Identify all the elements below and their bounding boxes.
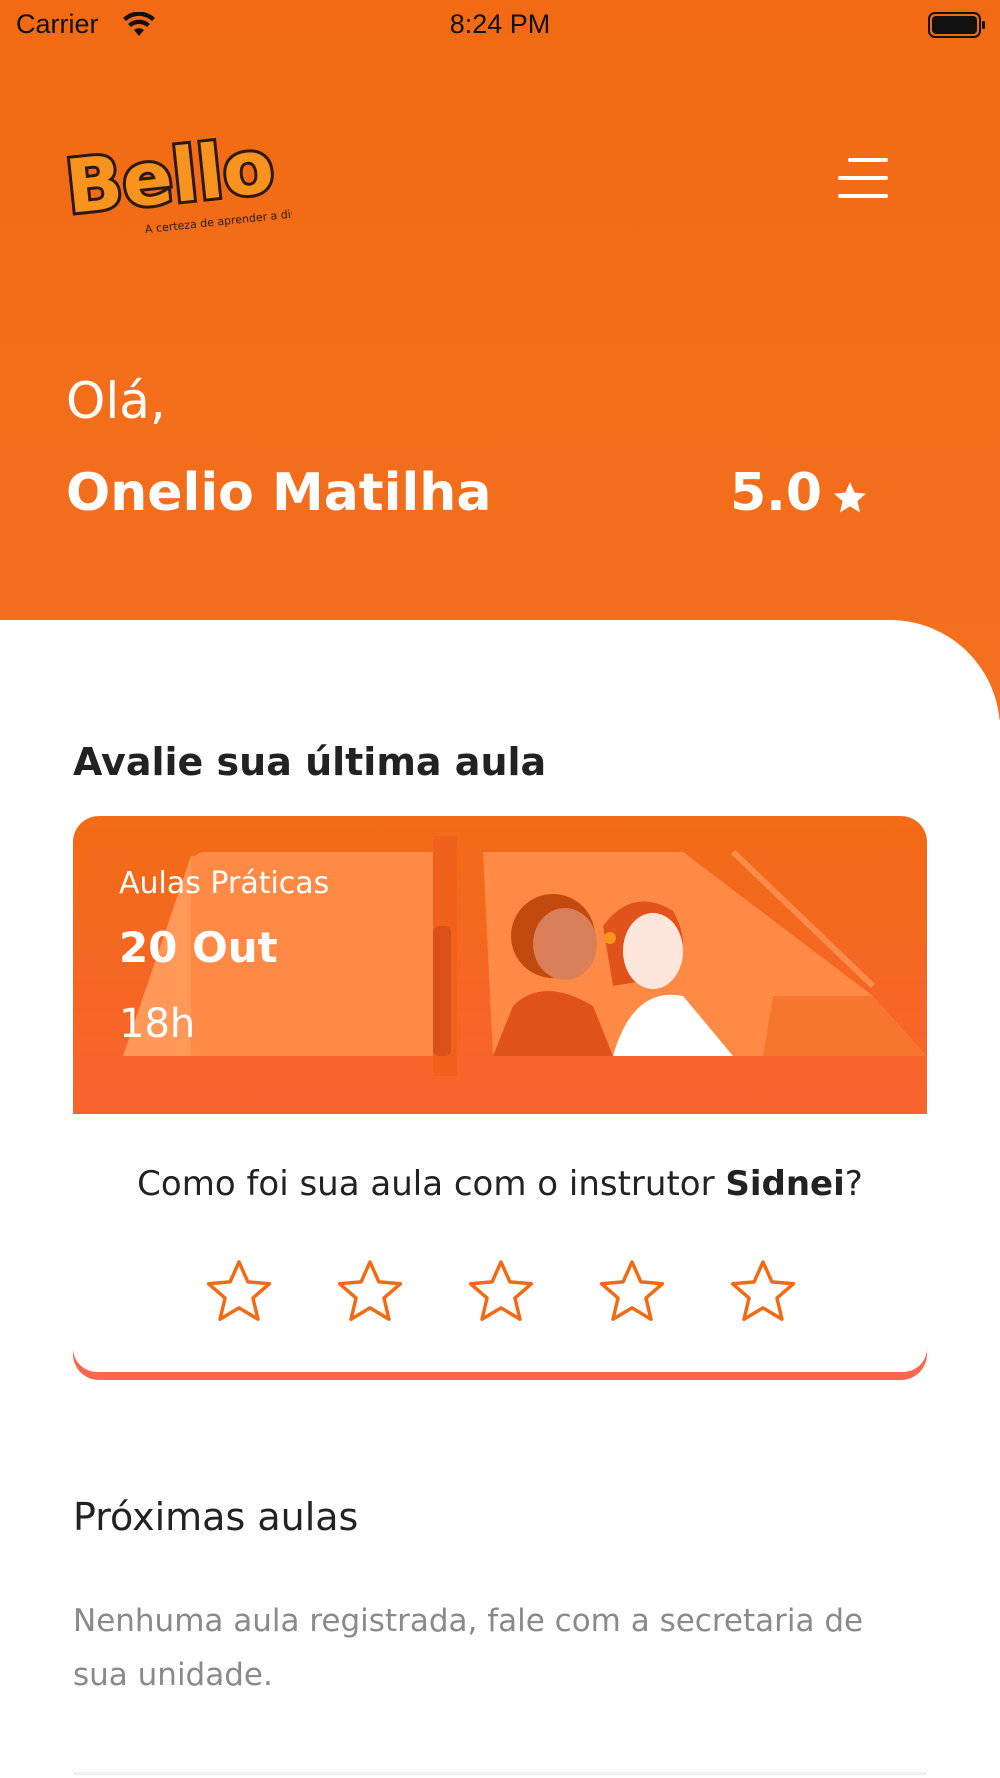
star-outline-icon[interactable] — [463, 1254, 539, 1330]
user-rating: 5.0 — [730, 463, 870, 523]
star-rating-input[interactable] — [201, 1254, 801, 1330]
star-outline-icon[interactable] — [725, 1254, 801, 1330]
greeting-text: Olá, — [66, 372, 166, 430]
divider — [73, 1772, 927, 1775]
battery-icon — [928, 12, 985, 38]
star-outline-icon[interactable] — [332, 1254, 408, 1330]
lesson-banner: Aulas Práticas 20 Out 18h — [73, 816, 927, 1114]
menu-button[interactable] — [836, 152, 894, 204]
status-time: 8:24 PM — [449, 9, 551, 39]
review-question: Como foi sua aula com o instrutor Sidnei… — [137, 1164, 863, 1204]
last-lesson-card: Aulas Práticas 20 Out 18h Como foi sua a… — [73, 816, 927, 1380]
review-section-title: Avalie sua última aula — [73, 740, 547, 784]
lesson-date: 20 Out — [119, 923, 278, 972]
star-outline-icon[interactable] — [201, 1254, 277, 1330]
lesson-type: Aulas Práticas — [119, 866, 330, 901]
hamburger-menu-icon — [848, 158, 888, 162]
rating-value: 5.0 — [730, 463, 823, 523]
upcoming-empty-message: Nenhuma aula registrada, fale com a secr… — [73, 1603, 864, 1693]
lesson-time: 18h — [119, 1001, 196, 1047]
status-bar: Carrier 8:24 PM — [0, 0, 1000, 52]
instructor-name: Sidnei — [725, 1164, 845, 1204]
star-outline-icon[interactable] — [594, 1254, 670, 1330]
user-name: Onelio Matilha — [66, 463, 492, 523]
upcoming-lessons-title: Próximas aulas — [73, 1495, 359, 1539]
star-filled-icon — [834, 482, 867, 513]
header-background — [0, 0, 1000, 720]
bello-logo: Bello A certeza de aprender a dirigir — [59, 120, 314, 240]
